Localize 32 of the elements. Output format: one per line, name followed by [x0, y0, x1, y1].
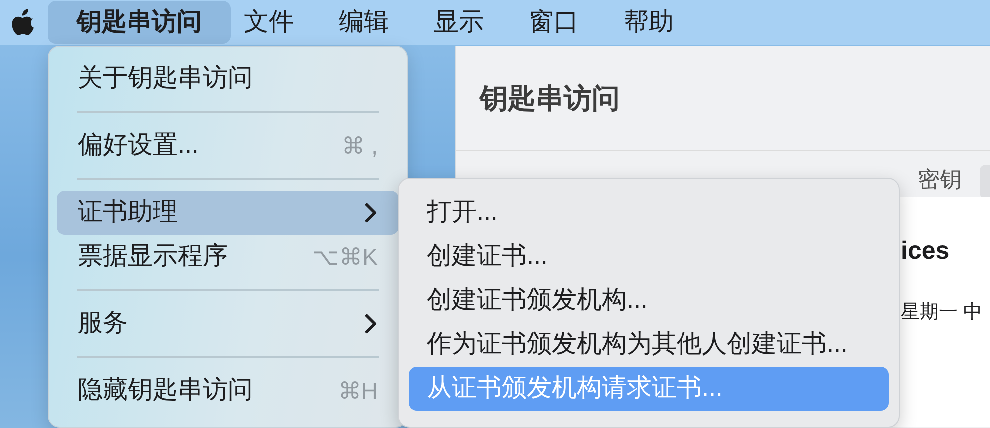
- menu-bar-item[interactable]: 显示: [421, 1, 497, 44]
- menu-item-label: 证书助理: [78, 197, 178, 228]
- submenu-item[interactable]: 服务: [57, 302, 399, 346]
- item-title: ices: [901, 236, 950, 267]
- menu-item[interactable]: 隐藏钥匙串访问 ⌘H: [57, 369, 399, 413]
- menu-bar-item[interactable]: 编辑: [326, 1, 402, 44]
- apple-icon[interactable]: [12, 8, 36, 36]
- menu-bar-item[interactable]: 窗口: [516, 1, 592, 44]
- shortcut-label: ⌘ ,: [342, 132, 378, 161]
- window-title: 钥匙串访问: [478, 82, 621, 116]
- menu-bar-item[interactable]: 钥匙串访问: [48, 1, 231, 44]
- shortcut-label: ⌥⌘K: [312, 242, 378, 272]
- menu-item-label: 偏好设置...: [78, 130, 199, 162]
- chevron-icon: [364, 202, 378, 224]
- menu-item-label: 服务: [78, 308, 128, 340]
- menu-bar-item[interactable]: 帮助: [611, 1, 687, 44]
- menu-item-label: 隐藏钥匙串访问: [78, 375, 253, 406]
- tab[interactable]: 密钥: [918, 165, 962, 197]
- item-date: 星期一 中: [901, 301, 982, 325]
- menu-item[interactable]: 创建证书颁发机构...: [409, 279, 889, 323]
- menu-item[interactable]: 偏好设置... ⌘ ,: [57, 124, 399, 168]
- menu-item[interactable]: 作为证书颁发机构为其他人创建证书...: [409, 323, 889, 367]
- menu-item-label: 票据显示程序: [78, 241, 228, 272]
- menu-item-label: 关于钥匙串访问: [78, 63, 253, 94]
- menu-item[interactable]: 关于钥匙串访问: [57, 57, 399, 101]
- submenu-item[interactable]: 证书助理: [57, 191, 399, 235]
- menu-item[interactable]: 创建证书...: [409, 235, 889, 279]
- menu-bar-item[interactable]: 文件: [231, 1, 307, 44]
- chevron-icon: [364, 313, 378, 335]
- menu-item[interactable]: 票据显示程序 ⌥⌘K: [57, 235, 399, 279]
- shortcut-label: ⌘H: [338, 376, 378, 406]
- menu-item[interactable]: 打开...: [409, 191, 889, 235]
